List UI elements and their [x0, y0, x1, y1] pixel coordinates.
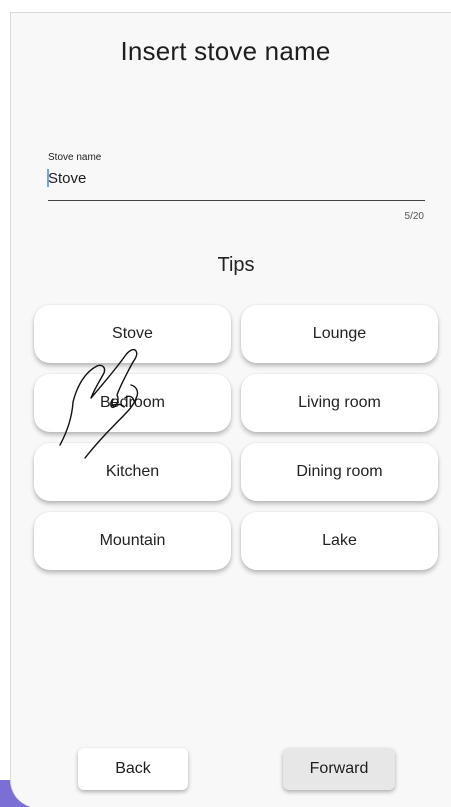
tip-label: Kitchen	[105, 463, 160, 480]
tip-label: Lake	[322, 532, 357, 549]
page-title: Insert stove name	[120, 36, 331, 66]
back-button[interactable]: Back	[78, 748, 188, 790]
back-button-label: Back	[115, 760, 151, 777]
tip-label: Dining room	[296, 463, 383, 480]
tip-label: Mountain	[99, 532, 166, 549]
tip-button-mountain[interactable]: Mountain	[34, 512, 231, 570]
stove-name-underline	[48, 200, 425, 201]
forward-button-label: Forward	[309, 760, 369, 777]
tip-button-stove[interactable]: Stove	[34, 305, 231, 363]
tip-button-kitchen[interactable]: Kitchen	[34, 443, 231, 501]
tip-label: Bedroom	[100, 394, 165, 411]
tip-button-bedroom[interactable]: Bedroom	[34, 374, 231, 432]
tip-label: Living room	[298, 394, 381, 411]
tip-button-lounge[interactable]: Lounge	[241, 305, 438, 363]
tip-label: Lounge	[312, 325, 367, 342]
tip-button-dining-room[interactable]: Dining room	[241, 443, 438, 501]
stove-name-input[interactable]: Stove	[48, 170, 86, 187]
tip-button-lake[interactable]: Lake	[241, 512, 438, 570]
character-counter: 5/20	[404, 211, 424, 222]
tips-heading: Tips	[217, 254, 255, 276]
stove-name-label: Stove name	[48, 152, 102, 163]
tip-label: Stove	[112, 325, 153, 342]
tip-button-living-room[interactable]: Living room	[241, 374, 438, 432]
device-frame: Insert stove name Stove name Stove 5/20 …	[0, 0, 451, 807]
forward-button[interactable]: Forward	[283, 748, 395, 790]
